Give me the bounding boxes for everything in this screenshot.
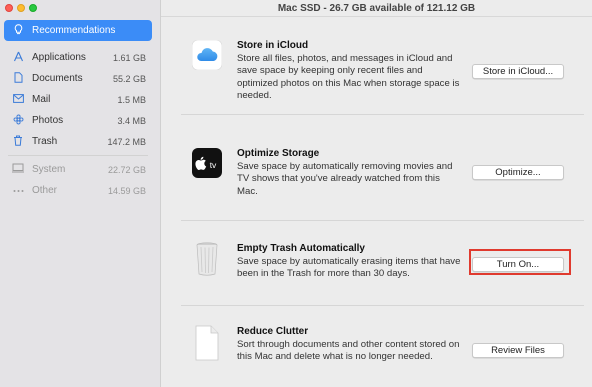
highlight-box — [469, 249, 571, 275]
recommendation-optimize-storage: tv Optimize Storage Save space by automa… — [181, 148, 584, 198]
computer-icon — [12, 163, 24, 176]
sidebar-item-size: 55.2 GB — [112, 73, 146, 84]
row-divider — [181, 114, 584, 115]
recommendation-icloud: Store in iCloud Store all files, photos,… — [181, 39, 584, 103]
sidebar-item-label: Applications — [32, 52, 86, 63]
lightbulb-icon — [12, 23, 24, 38]
trash-can-icon — [192, 242, 222, 276]
sidebar-item-documents[interactable]: Documents 55.2 GB — [4, 68, 152, 89]
minimize-window-button[interactable] — [17, 4, 25, 12]
sidebar-item-size: 22.72 GB — [107, 164, 146, 175]
mail-icon — [12, 93, 24, 106]
sidebar-item-recommendations[interactable]: Recommendations — [4, 20, 152, 41]
main-content: Mac SSD - 26.7 GB available of 121.12 GB… — [161, 0, 592, 387]
trash-icon — [12, 135, 24, 149]
recommendation-title: Empty Trash Automatically — [237, 243, 365, 254]
sidebar-item-label: Trash — [32, 136, 58, 147]
optimize-button[interactable]: Optimize... — [472, 165, 564, 180]
sidebar-item-label: Other — [32, 185, 58, 196]
applications-icon — [12, 51, 24, 65]
sidebar: Recommendations Applications 1.61 GB Doc… — [0, 0, 161, 387]
maximize-window-button[interactable] — [29, 4, 37, 12]
sidebar-item-size: 14.59 GB — [107, 185, 146, 196]
sidebar-item-label: Documents — [32, 73, 83, 84]
recommendation-description: Save space by automatically erasing item… — [237, 256, 461, 280]
sidebar-item-label: System — [32, 164, 66, 175]
sidebar-item-label: Recommendations — [32, 25, 116, 36]
window-controls — [5, 4, 37, 12]
sidebar-item-system[interactable]: System 22.72 GB — [4, 159, 152, 180]
document-icon — [12, 71, 24, 86]
sidebar-divider — [8, 155, 148, 156]
recommendation-description: Sort through documents and other content… — [237, 339, 460, 363]
recommendation-description: Save space by automatically removing mov… — [237, 161, 453, 197]
sidebar-item-mail[interactable]: Mail 1.5 MB — [4, 89, 152, 110]
row-divider — [181, 305, 584, 306]
sidebar-item-size: 147.2 MB — [107, 136, 146, 147]
recommendation-description: Store all files, photos, and messages in… — [237, 53, 460, 102]
icloud-icon — [191, 39, 223, 71]
close-window-button[interactable] — [5, 4, 13, 12]
sidebar-item-trash[interactable]: Trash 147.2 MB — [4, 131, 152, 152]
window-title: Mac SSD - 26.7 GB available of 121.12 GB — [161, 0, 592, 17]
store-in-icloud-button[interactable]: Store in iCloud... — [472, 64, 564, 79]
sidebar-item-label: Mail — [32, 94, 51, 105]
recommendation-title: Optimize Storage — [237, 148, 320, 159]
sidebar-item-applications[interactable]: Applications 1.61 GB — [4, 47, 152, 68]
photos-icon — [12, 114, 24, 128]
sidebar-item-size: 1.61 GB — [112, 52, 146, 63]
row-divider — [181, 220, 584, 221]
sidebar-item-label: Photos — [32, 115, 64, 126]
review-files-button[interactable]: Review Files — [472, 343, 564, 358]
apple-tv-icon: tv — [192, 148, 222, 178]
recommendation-title: Store in iCloud — [237, 40, 309, 51]
ellipsis-icon — [12, 185, 24, 196]
recommendation-reduce-clutter: Reduce Clutter Sort through documents an… — [181, 325, 584, 364]
sidebar-item-photos[interactable]: Photos 3.4 MB — [4, 110, 152, 131]
sidebar-item-size: 1.5 MB — [117, 94, 146, 105]
apple-tv-icon-text: tv — [210, 160, 217, 170]
sidebar-item-size: 3.4 MB — [117, 115, 146, 126]
recommendation-title: Reduce Clutter — [237, 326, 309, 337]
sidebar-item-other[interactable]: Other 14.59 GB — [4, 180, 152, 201]
document-icon — [192, 325, 222, 361]
storage-management-window: Recommendations Applications 1.61 GB Doc… — [0, 0, 592, 387]
sidebar-list: Recommendations Applications 1.61 GB Doc… — [4, 20, 152, 201]
